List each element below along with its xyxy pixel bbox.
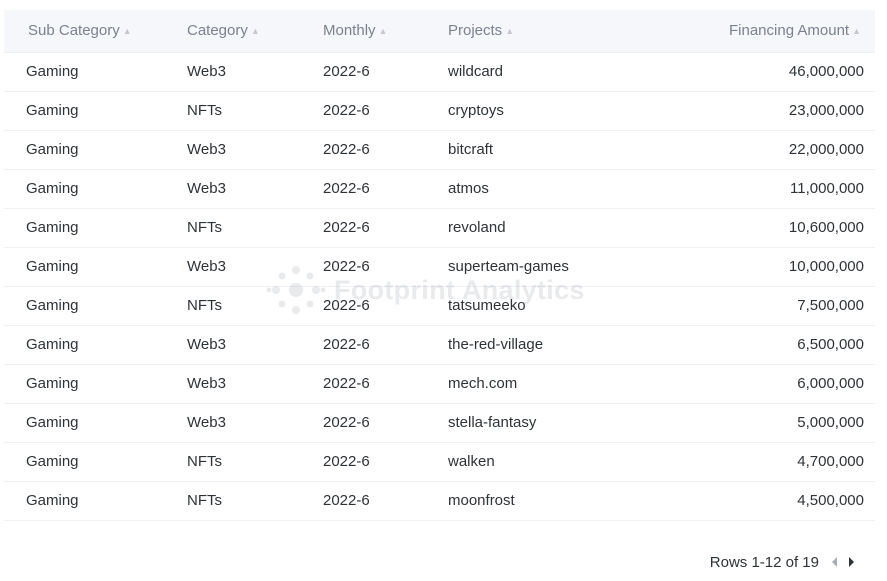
caret-left-icon[interactable]	[827, 552, 843, 572]
cell-project: wildcard	[448, 52, 688, 92]
cell-financing-amount: 4,500,000	[688, 481, 875, 521]
table-row: Gaming Web3 2022-6 atmos 11,000,000	[4, 169, 875, 209]
cell-monthly: 2022-6	[323, 403, 448, 443]
cell-sub-category: Gaming	[4, 169, 187, 209]
cell-project: bitcraft	[448, 130, 688, 170]
column-header-label: Category	[187, 22, 248, 40]
cell-financing-amount: 46,000,000	[688, 52, 875, 92]
sort-arrow-icon: ▲	[122, 26, 132, 37]
column-header-label: Monthly	[323, 22, 376, 40]
cell-sub-category: Gaming	[4, 325, 187, 365]
cell-sub-category: Gaming	[4, 364, 187, 404]
column-header-monthly[interactable]: Monthly ▲	[323, 10, 448, 53]
cell-project: walken	[448, 442, 688, 482]
cell-sub-category: Gaming	[4, 403, 187, 443]
cell-financing-amount: 23,000,000	[688, 91, 875, 131]
column-header-label: Financing Amount	[729, 22, 850, 40]
sort-arrow-icon: ▲	[378, 26, 388, 37]
cell-project: stella-fantasy	[448, 403, 688, 443]
pagination: Rows 1-12 of 19	[710, 552, 859, 572]
cell-category: Web3	[187, 130, 323, 170]
cell-financing-amount: 10,000,000	[688, 247, 875, 287]
table-row: Gaming NFTs 2022-6 walken 4,700,000	[4, 442, 875, 482]
cell-monthly: 2022-6	[323, 91, 448, 131]
cell-monthly: 2022-6	[323, 325, 448, 365]
sort-arrow-icon: ▲	[250, 26, 260, 37]
cell-project: revoland	[448, 208, 688, 248]
cell-category: NFTs	[187, 91, 323, 131]
cell-financing-amount: 4,700,000	[688, 442, 875, 482]
cell-sub-category: Gaming	[4, 247, 187, 287]
table-body: Gaming Web3 2022-6 wildcard 46,000,000 Gaming…	[4, 52, 875, 521]
column-header-projects[interactable]: Projects ▲	[448, 10, 688, 53]
column-header-category[interactable]: Category ▲	[187, 10, 323, 53]
cell-financing-amount: 10,600,000	[688, 208, 875, 248]
sort-arrow-icon: ▲	[505, 26, 515, 37]
cell-project: tatsumeeko	[448, 286, 688, 326]
cell-category: Web3	[187, 325, 323, 365]
cell-financing-amount: 7,500,000	[688, 286, 875, 326]
cell-sub-category: Gaming	[4, 286, 187, 326]
cell-project: the-red-village	[448, 325, 688, 365]
cell-monthly: 2022-6	[323, 364, 448, 404]
cell-project: cryptoys	[448, 91, 688, 131]
cell-category: NFTs	[187, 208, 323, 248]
cell-category: Web3	[187, 403, 323, 443]
cell-sub-category: Gaming	[4, 130, 187, 170]
cell-financing-amount: 6,500,000	[688, 325, 875, 365]
table-row: Gaming Web3 2022-6 mech.com 6,000,000	[4, 364, 875, 404]
table-row: Gaming NFTs 2022-6 revoland 10,600,000	[4, 208, 875, 248]
cell-sub-category: Gaming	[4, 442, 187, 482]
cell-monthly: 2022-6	[323, 286, 448, 326]
cell-project: atmos	[448, 169, 688, 209]
column-header-label: Projects	[448, 22, 503, 40]
column-header-label: Sub Category	[28, 22, 120, 40]
cell-financing-amount: 22,000,000	[688, 130, 875, 170]
header-row: Sub Category ▲ Category ▲ Monthly ▲ Project…	[4, 10, 875, 53]
table-row: Gaming Web3 2022-6 superteam-games 10,000,00…	[4, 247, 875, 287]
cell-category: NFTs	[187, 442, 323, 482]
cell-financing-amount: 11,000,000	[688, 169, 875, 209]
caret-right-icon[interactable]	[843, 552, 859, 572]
cell-category: NFTs	[187, 286, 323, 326]
data-table-container: Sub Category ▲ Category ▲ Monthly ▲ Project…	[4, 10, 875, 521]
pagination-label: Rows 1-12 of 19	[709, 553, 819, 571]
cell-category: NFTs	[187, 481, 323, 521]
sort-arrow-icon: ▲	[852, 26, 861, 37]
cell-project: moonfrost	[448, 481, 688, 521]
cell-sub-category: Gaming	[4, 91, 187, 131]
table-row: Gaming NFTs 2022-6 tatsumeeko 7,500,000	[4, 286, 875, 326]
table-row: Gaming NFTs 2022-6 moonfrost 4,500,000	[4, 481, 875, 521]
cell-monthly: 2022-6	[323, 130, 448, 170]
cell-monthly: 2022-6	[323, 208, 448, 248]
cell-sub-category: Gaming	[4, 481, 187, 521]
cell-financing-amount: 6,000,000	[688, 364, 875, 404]
cell-monthly: 2022-6	[323, 481, 448, 521]
cell-monthly: 2022-6	[323, 247, 448, 287]
cell-project: mech.com	[448, 364, 688, 404]
table-row: Gaming Web3 2022-6 wildcard 46,000,000	[4, 52, 875, 92]
financing-table: Sub Category ▲ Category ▲ Monthly ▲ Project…	[4, 10, 875, 521]
cell-sub-category: Gaming	[4, 208, 187, 248]
cell-monthly: 2022-6	[323, 169, 448, 209]
cell-category: Web3	[187, 364, 323, 404]
column-header-financing-amount[interactable]: Financing Amount ▲	[688, 10, 875, 53]
column-header-sub-category[interactable]: Sub Category ▲	[4, 10, 187, 53]
cell-monthly: 2022-6	[323, 442, 448, 482]
table-row: Gaming Web3 2022-6 the-red-village 6,500,000	[4, 325, 875, 365]
table-row: Gaming Web3 2022-6 bitcraft 22,000,000	[4, 130, 875, 170]
table-row: Gaming NFTs 2022-6 cryptoys 23,000,000	[4, 91, 875, 131]
cell-category: Web3	[187, 247, 323, 287]
cell-monthly: 2022-6	[323, 52, 448, 92]
cell-financing-amount: 5,000,000	[688, 403, 875, 443]
table-row: Gaming Web3 2022-6 stella-fantasy 5,000,000	[4, 403, 875, 443]
cell-category: Web3	[187, 52, 323, 92]
cell-sub-category: Gaming	[4, 52, 187, 92]
cell-category: Web3	[187, 169, 323, 209]
cell-project: superteam-games	[448, 247, 688, 287]
